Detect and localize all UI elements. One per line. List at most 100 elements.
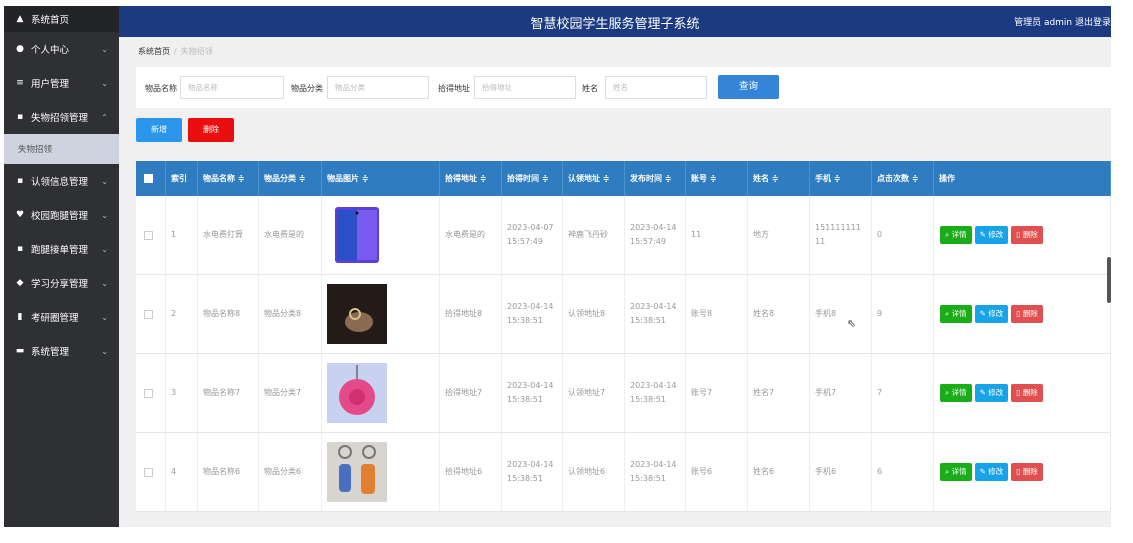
header-select-all[interactable]	[136, 161, 166, 196]
column-header-6[interactable]: 认领地址 ≑	[563, 161, 625, 196]
search-label-person: 姓名	[582, 84, 598, 93]
checkbox-icon[interactable]	[144, 174, 153, 183]
row-select-cell	[136, 354, 166, 432]
delete-button[interactable]: ▯ 删除	[1011, 384, 1043, 402]
search-input-person[interactable]: 姓名	[605, 76, 707, 99]
row-cell-account: 11	[686, 196, 748, 274]
row-cell-found-time: 2023-04-14 15:38:51	[502, 354, 563, 432]
column-header-10[interactable]: 手机 ≑	[810, 161, 872, 196]
search-input-found-addr[interactable]: 拾得地址	[474, 76, 576, 99]
row-checkbox[interactable]	[144, 388, 153, 398]
row-cell-category: 物品分类6	[259, 433, 322, 511]
sidebar-item-8[interactable]: ◆ 学习分享管理 ⌄	[4, 266, 119, 300]
sidebar-item-10[interactable]: ▬ 系统管理 ⌄	[4, 334, 119, 368]
detail-button[interactable]: ⌕ 详情	[940, 384, 972, 402]
column-header-1[interactable]: 物品名称 ≑	[198, 161, 259, 196]
sidebar-item-7[interactable]: ▪ 跑腿接单管理 ⌄	[4, 232, 119, 266]
column-header-7[interactable]: 发布时间 ≑	[625, 161, 686, 196]
delete-button[interactable]: ▯ 删除	[1011, 463, 1043, 481]
scrollbar[interactable]	[1107, 257, 1111, 303]
column-header-3[interactable]: 物品图片 ≑	[322, 161, 440, 196]
sidebar-item-label: 考研圈管理	[31, 313, 79, 324]
chevron-down-icon: ⌄	[101, 244, 108, 254]
add-button[interactable]: 新增	[136, 118, 182, 142]
column-header-11[interactable]: 点击次数 ≑	[872, 161, 934, 196]
column-header-9[interactable]: 姓名 ≑	[748, 161, 810, 196]
sidebar-item-6[interactable]: ♥ 校园跑腿管理 ⌄	[4, 198, 119, 232]
row-cell-found-addr: 拾得地址8	[440, 275, 502, 353]
row-cell-name: 物品名称8	[198, 275, 259, 353]
detail-button[interactable]: ⌕ 详情	[940, 305, 972, 323]
row-cell-phone: 151111111 11	[810, 196, 872, 274]
trash-icon: ▯	[1016, 388, 1021, 397]
edit-button[interactable]: ✎ 修改	[974, 384, 1009, 402]
thumb-icon: ◆	[16, 278, 24, 288]
table-row: 4 物品名称6 物品分类6 拾得地址6 2023-04-14 15:38:51 认领地址6…	[136, 433, 1111, 512]
row-cell-claim-addr: 认领地址6	[563, 433, 625, 511]
detail-button[interactable]: ⌕ 详情	[940, 463, 972, 481]
search-input-category[interactable]: 物品分类	[327, 76, 429, 99]
row-cell-clicks: 6	[872, 433, 934, 511]
row-cell-account: 账号8	[686, 275, 748, 353]
item-photo-ring	[327, 284, 387, 344]
delete-button[interactable]: ▯ 删除	[1011, 305, 1043, 323]
edit-button[interactable]: ✎ 修改	[974, 305, 1009, 323]
row-cell-claim-addr: 认领地址8	[563, 275, 625, 353]
user-icon: ●	[16, 44, 24, 54]
edit-button[interactable]: ✎ 修改	[974, 463, 1009, 481]
grid-icon: ▪	[16, 112, 24, 122]
item-photo-tag	[327, 363, 387, 423]
row-checkbox[interactable]	[144, 309, 153, 319]
row-actions: ⌕ 详情 ✎ 修改 ▯ 删除	[934, 196, 1111, 274]
breadcrumb: 系统首页 / 失物招领	[138, 47, 213, 56]
list-icon: ≡	[16, 78, 24, 88]
row-checkbox[interactable]	[144, 230, 153, 240]
grid-icon: ▪	[16, 176, 24, 186]
query-button[interactable]: 查询	[718, 75, 779, 99]
sidebar-item-9[interactable]: ▮ 考研圈管理 ⌄	[4, 300, 119, 334]
column-header-5[interactable]: 拾得时间 ≑	[502, 161, 563, 196]
row-actions: ⌕ 详情 ✎ 修改 ▯ 删除	[934, 275, 1111, 353]
sidebar-item-2[interactable]: ≡ 用户管理 ⌄	[4, 66, 119, 100]
grid-icon: ▪	[16, 244, 24, 254]
sidebar-item-label: 跑腿接单管理	[31, 245, 89, 256]
sidebar-item-1[interactable]: ● 个人中心 ⌄	[4, 32, 119, 66]
breadcrumb-home[interactable]: 系统首页	[138, 47, 170, 56]
detail-button[interactable]: ⌕ 详情	[940, 226, 972, 244]
chevron-down-icon: ⌄	[101, 346, 108, 356]
bulk-delete-button[interactable]: 删除	[188, 118, 234, 142]
chevron-down-icon: ⌄	[101, 44, 108, 54]
row-cell-pub-time: 2023-04-14 15:57:49	[625, 196, 686, 274]
chevron-up-icon: ⌃	[101, 112, 108, 122]
column-header-8[interactable]: 账号 ≑	[686, 161, 748, 196]
delete-button[interactable]: ▯ 删除	[1011, 226, 1043, 244]
sidebar-item-0[interactable]: ▲ 系统首页	[4, 6, 119, 32]
row-cell-found-time: 2023-04-07 15:57:49	[502, 196, 563, 274]
row-cell-claim-addr: 认领地址7	[563, 354, 625, 432]
sidebar-item-label: 认领信息管理	[31, 177, 89, 188]
search-bar: 物品名称 物品名称 物品分类 物品分类 拾得地址 拾得地址 姓名 姓名 查询	[136, 67, 1111, 108]
sidebar-item-label: 校园跑腿管理	[31, 211, 89, 222]
column-header-2[interactable]: 物品分类 ≑	[259, 161, 322, 196]
search-label-name: 物品名称	[145, 84, 177, 93]
pencil-icon: ✎	[979, 388, 986, 397]
chevron-down-icon: ⌄	[101, 210, 108, 220]
column-header-4[interactable]: 拾得地址 ≑	[440, 161, 502, 196]
sidebar-subitem-lost-found[interactable]: 失物招领	[4, 134, 119, 164]
row-cell-account: 账号6	[686, 433, 748, 511]
edit-button[interactable]: ✎ 修改	[974, 226, 1009, 244]
row-select-cell	[136, 275, 166, 353]
row-cell-person: 姓名6	[748, 433, 810, 511]
sidebar-item-5[interactable]: ▪ 认领信息管理 ⌄	[4, 164, 119, 198]
sidebar-item-3[interactable]: ▪ 失物招领管理 ⌃	[4, 100, 119, 134]
row-cell-claim-addr: 神鹿飞丹砂	[563, 196, 625, 274]
user-logout-link[interactable]: 管理员 admin 退出登录	[1014, 15, 1111, 28]
sidebar-item-label: 系统管理	[31, 347, 70, 358]
row-cell-image	[322, 433, 440, 511]
row-checkbox[interactable]	[144, 467, 153, 477]
search-input-name[interactable]: 物品名称	[180, 76, 284, 99]
home-icon: ▲	[16, 14, 24, 24]
main-content: 系统首页 / 失物招领 物品名称 物品名称 物品分类 物品分类 拾得地址 拾得地址 …	[119, 37, 1111, 527]
table-row: 1 水电费打算 水电费是的 水电费是的 2023-04-07 15:57:49 神鹿飞丹砂…	[136, 196, 1111, 275]
row-cell-image	[322, 354, 440, 432]
